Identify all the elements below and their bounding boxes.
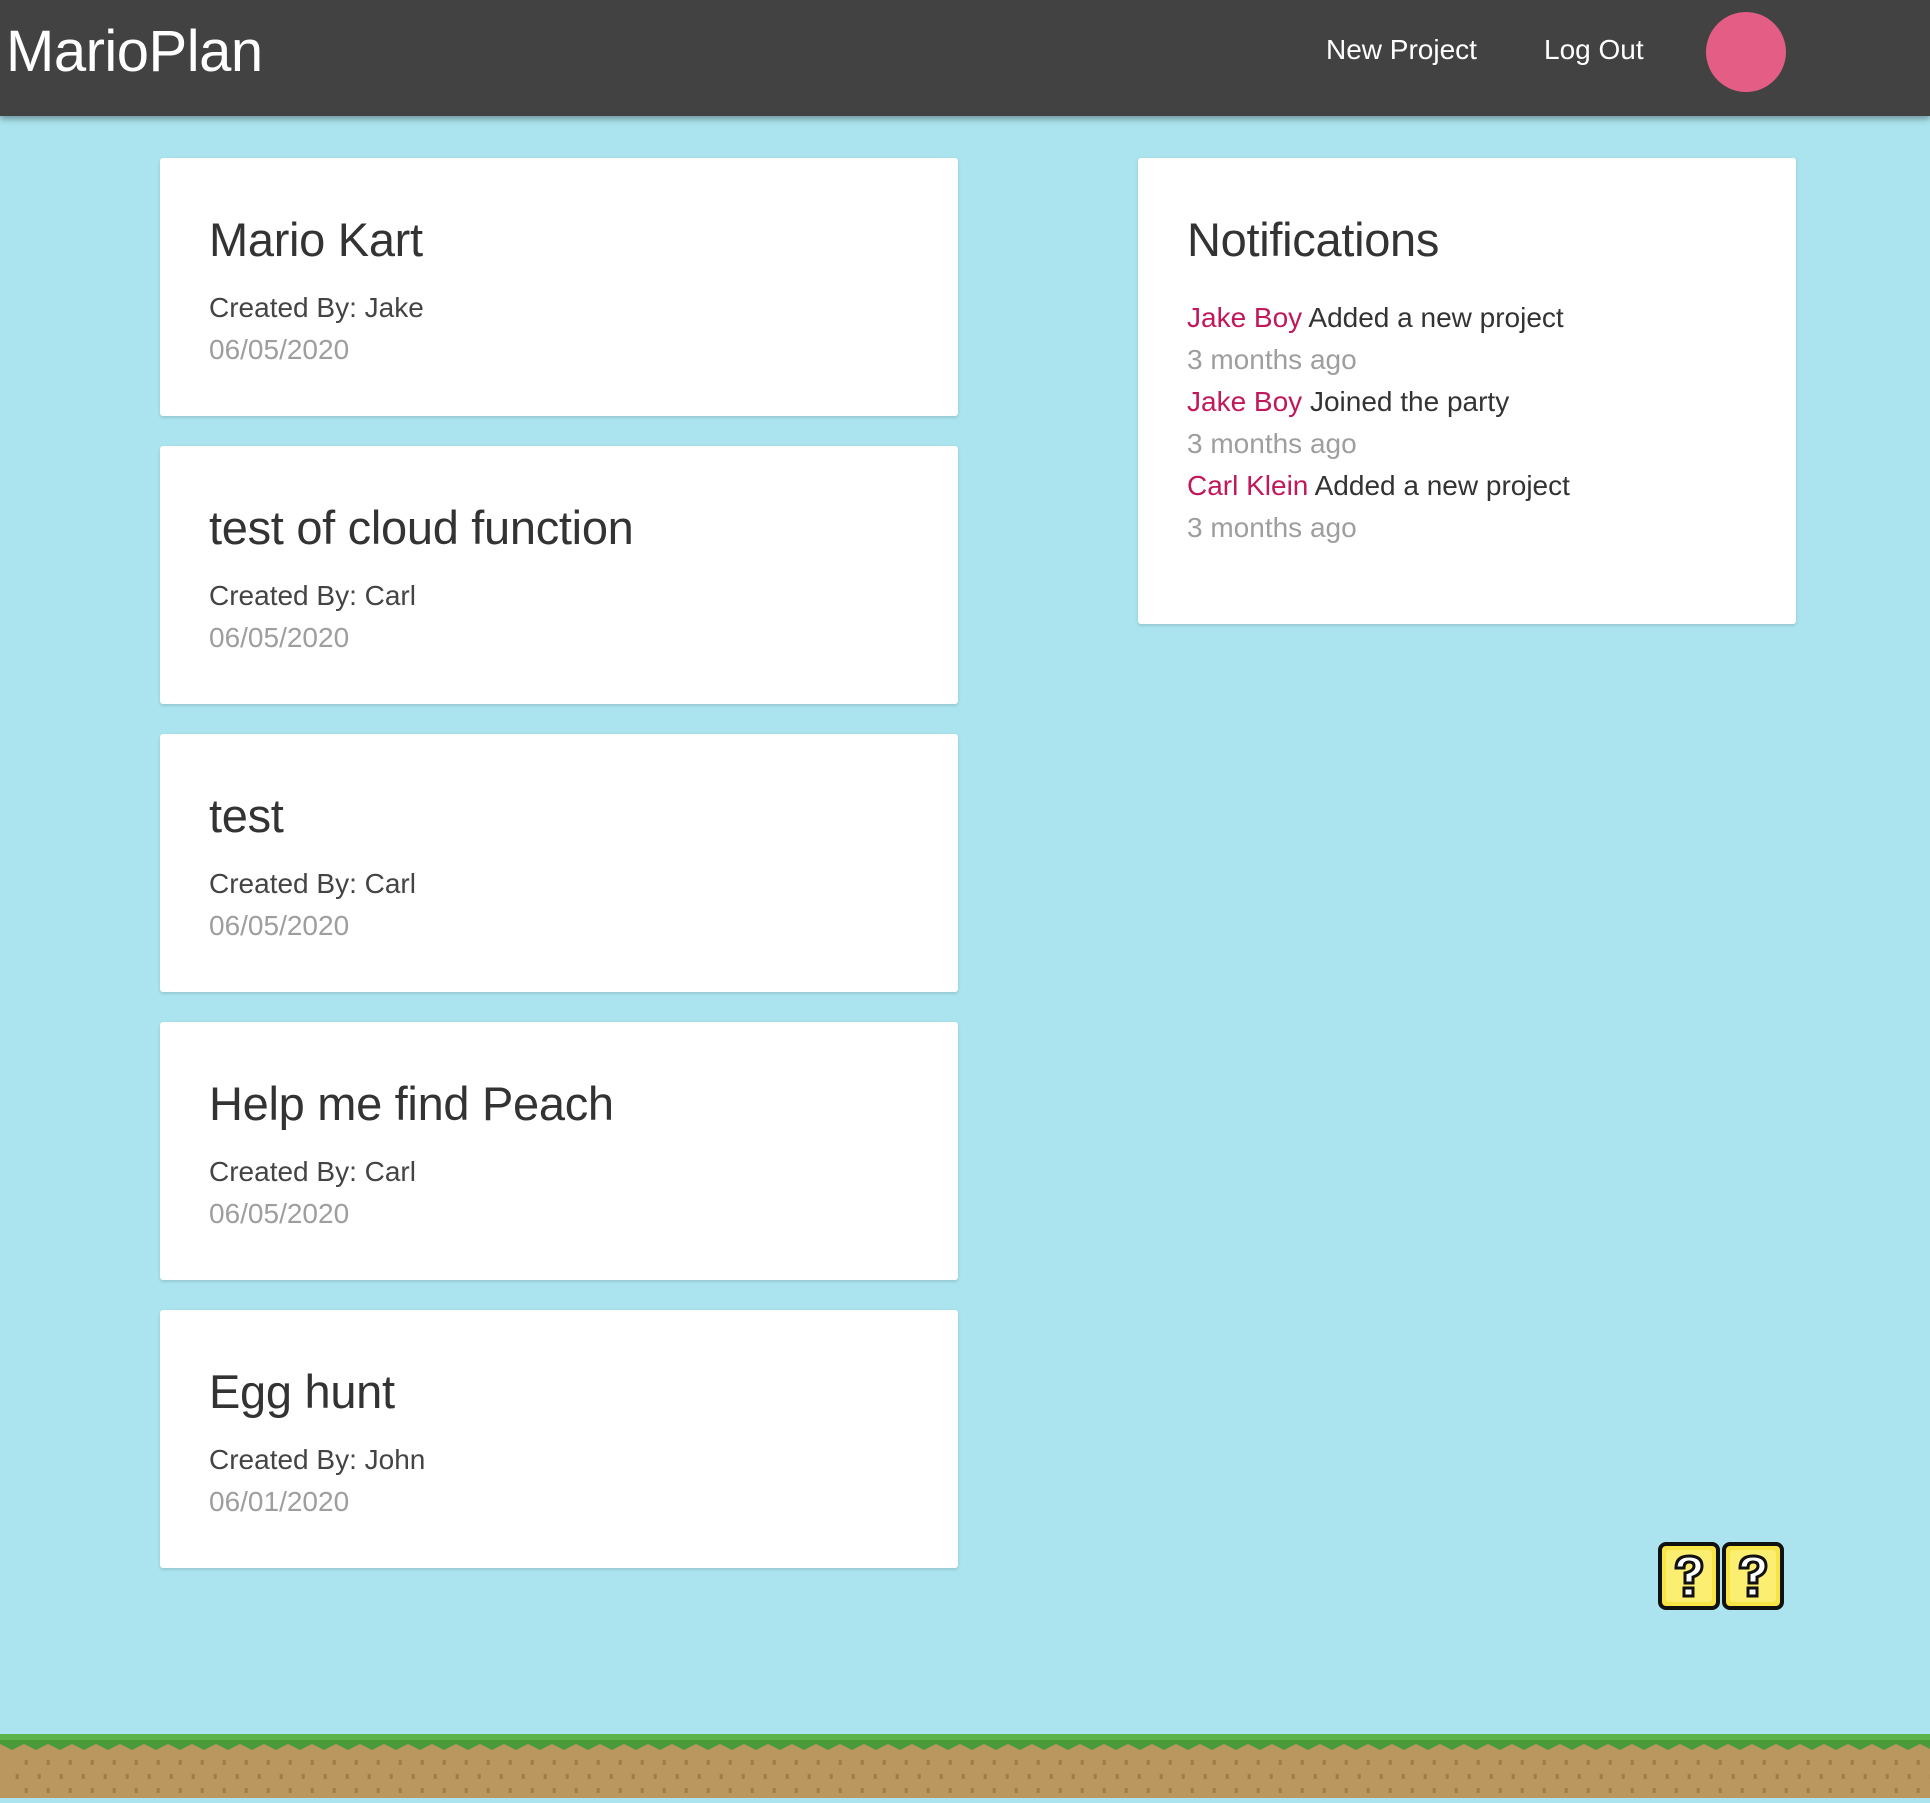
notification-time: 3 months ago bbox=[1187, 428, 1357, 460]
navbar: MarioPlan New Project Log Out bbox=[0, 0, 1930, 116]
question-block-icon bbox=[1658, 1542, 1784, 1610]
project-author: Created By: Carl bbox=[209, 1156, 416, 1188]
new-project-link[interactable]: New Project bbox=[1326, 34, 1477, 66]
project-title: Help me find Peach bbox=[209, 1076, 614, 1131]
notification-content: Added a new project bbox=[1308, 302, 1563, 333]
notification-content: Joined the party bbox=[1310, 386, 1509, 417]
ground-decoration bbox=[0, 1734, 1930, 1798]
project-card[interactable]: test of cloud function Created By: Carl … bbox=[160, 446, 958, 704]
project-title: test of cloud function bbox=[209, 500, 634, 555]
notification-time: 3 months ago bbox=[1187, 344, 1357, 376]
project-title: Egg hunt bbox=[209, 1364, 395, 1419]
project-date: 06/05/2020 bbox=[209, 1198, 349, 1230]
notification-time: 3 months ago bbox=[1187, 512, 1357, 544]
notification-user: Jake Boy bbox=[1187, 386, 1302, 417]
notification-item: Carl Klein Added a new project bbox=[1187, 470, 1570, 502]
project-date: 06/05/2020 bbox=[209, 622, 349, 654]
project-author: Created By: John bbox=[209, 1444, 425, 1476]
log-out-link[interactable]: Log Out bbox=[1544, 34, 1644, 66]
project-author: Created By: Carl bbox=[209, 580, 416, 612]
notification-user: Carl Klein bbox=[1187, 470, 1308, 501]
project-card[interactable]: test Created By: Carl 06/05/2020 bbox=[160, 734, 958, 992]
project-title: Mario Kart bbox=[209, 212, 423, 267]
notification-content: Added a new project bbox=[1315, 470, 1570, 501]
project-author: Created By: Jake bbox=[209, 292, 424, 324]
project-card[interactable]: Mario Kart Created By: Jake 06/05/2020 bbox=[160, 158, 958, 416]
notifications-title: Notifications bbox=[1187, 212, 1439, 267]
project-card[interactable]: Help me find Peach Created By: Carl 06/0… bbox=[160, 1022, 958, 1280]
notification-user: Jake Boy bbox=[1187, 302, 1302, 333]
notification-item: Jake Boy Joined the party bbox=[1187, 386, 1509, 418]
user-avatar-button[interactable] bbox=[1706, 12, 1786, 92]
project-date: 06/05/2020 bbox=[209, 910, 349, 942]
project-author: Created By: Carl bbox=[209, 868, 416, 900]
notifications-panel: Notifications Jake Boy Added a new proje… bbox=[1138, 158, 1796, 624]
project-date: 06/01/2020 bbox=[209, 1486, 349, 1518]
brand-logo-link[interactable]: MarioPlan bbox=[6, 18, 263, 85]
notification-item: Jake Boy Added a new project bbox=[1187, 302, 1564, 334]
project-card[interactable]: Egg hunt Created By: John 06/01/2020 bbox=[160, 1310, 958, 1568]
project-title: test bbox=[209, 788, 284, 843]
project-date: 06/05/2020 bbox=[209, 334, 349, 366]
